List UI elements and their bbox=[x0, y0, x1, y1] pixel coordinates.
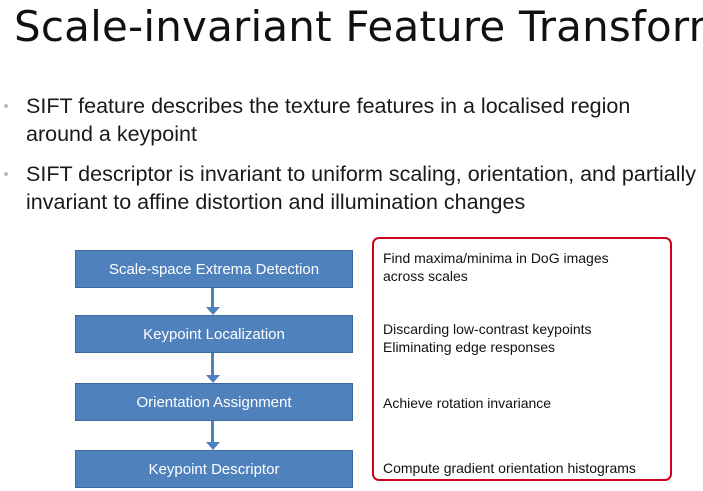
step-description: Compute gradient orientation histograms bbox=[383, 459, 636, 477]
step-description: Discarding low-contrast keypoints Elimin… bbox=[383, 320, 592, 356]
description-line: across scales bbox=[383, 268, 468, 284]
step-orientation-assignment: Orientation Assignment bbox=[75, 383, 353, 421]
bullet-marker bbox=[4, 104, 8, 108]
bullet-marker bbox=[4, 172, 8, 176]
bullet-item: SIFT descriptor is invariant to uniform … bbox=[4, 160, 696, 216]
arrow-down-icon bbox=[206, 421, 220, 450]
step-keypoint-localization: Keypoint Localization bbox=[75, 315, 353, 353]
description-line: Find maxima/minima in DoG images bbox=[383, 250, 609, 266]
step-description: Achieve rotation invariance bbox=[383, 394, 551, 412]
description-line: Eliminating edge responses bbox=[383, 339, 555, 355]
arrow-down-icon bbox=[206, 353, 220, 383]
slide-title: Scale-invariant Feature Transform bbox=[14, 2, 703, 51]
bullet-text: SIFT descriptor is invariant to uniform … bbox=[26, 162, 696, 214]
step-description: Find maxima/minima in DoG images across … bbox=[383, 249, 609, 285]
description-line: Discarding low-contrast keypoints bbox=[383, 321, 592, 337]
step-scale-space-extrema-detection: Scale-space Extrema Detection bbox=[75, 250, 353, 288]
bullet-item: SIFT feature describes the texture featu… bbox=[4, 92, 696, 148]
step-keypoint-descriptor: Keypoint Descriptor bbox=[75, 450, 353, 488]
bullet-text: SIFT feature describes the texture featu… bbox=[26, 94, 631, 146]
arrow-down-icon bbox=[206, 288, 220, 315]
description-line: Compute gradient orientation histograms bbox=[383, 460, 636, 476]
bullet-list: SIFT feature describes the texture featu… bbox=[4, 92, 696, 228]
description-line: Achieve rotation invariance bbox=[383, 395, 552, 411]
